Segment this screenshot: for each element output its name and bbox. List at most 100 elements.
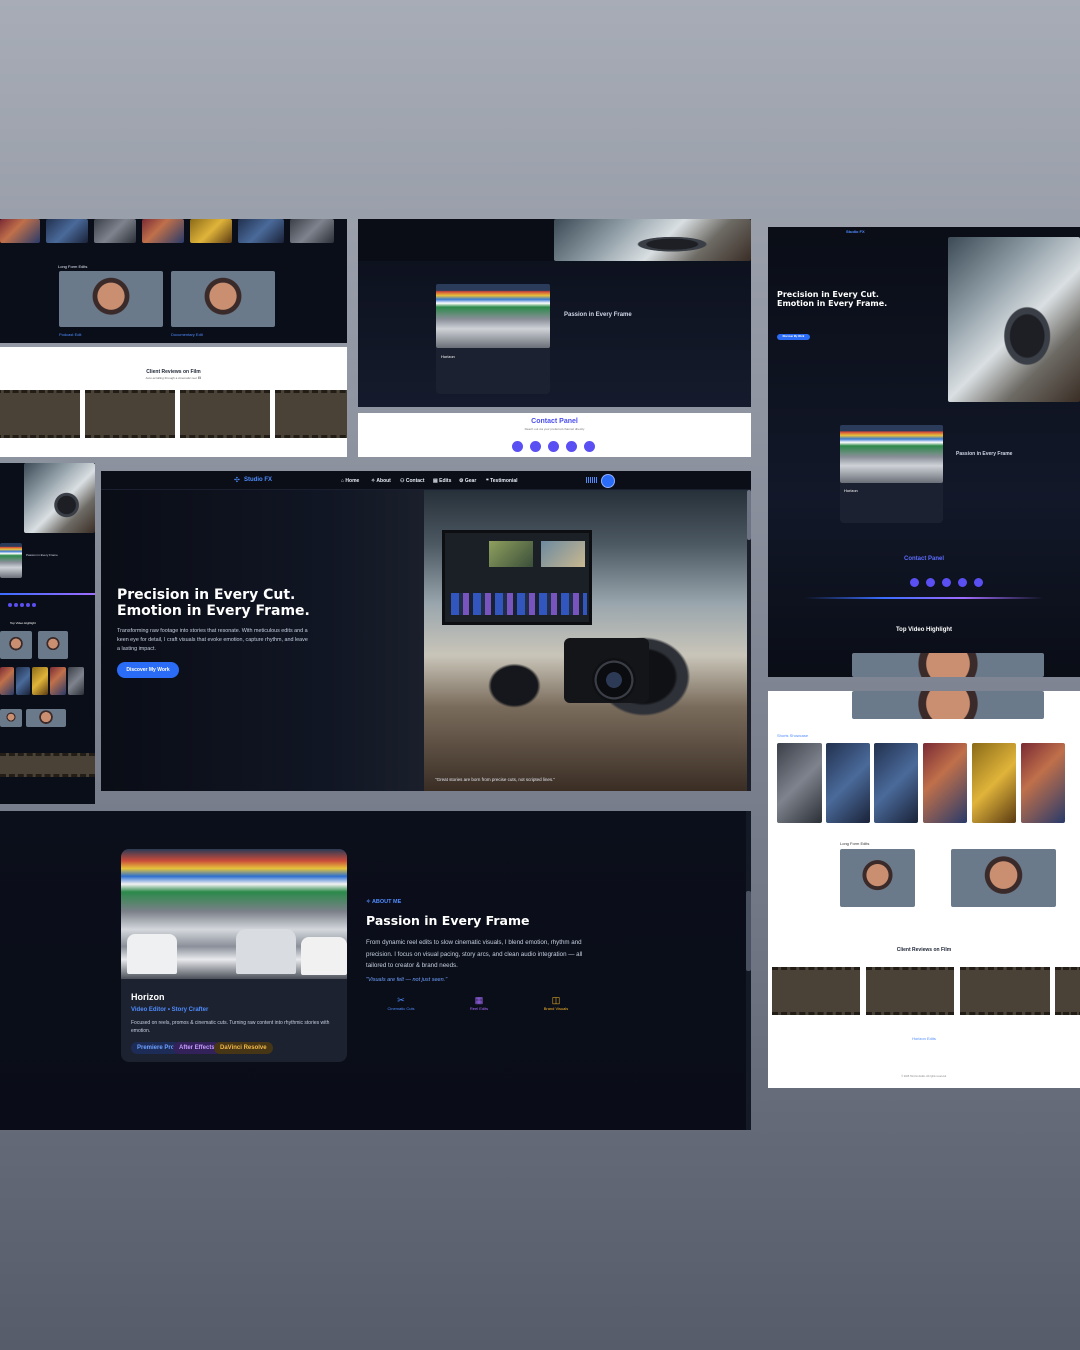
- feature-brand-visuals: ◫ Brand Visuals: [533, 995, 579, 1011]
- video-player[interactable]: [951, 849, 1056, 907]
- short-thumb[interactable]: [972, 743, 1016, 823]
- short-thumb[interactable]: [68, 667, 84, 695]
- panel-long-form-preview: Long Form Edits Podcast Edit Documentary…: [0, 219, 347, 343]
- discover-button[interactable]: Discover My Work: [777, 334, 810, 340]
- video-thumb[interactable]: [0, 631, 32, 659]
- short-thumb[interactable]: [142, 219, 184, 243]
- scrollbar[interactable]: [747, 490, 751, 791]
- feature-cinematic-cuts: ✂ Cinematic Cuts: [378, 995, 424, 1011]
- video-player[interactable]: [171, 271, 275, 327]
- short-thumb[interactable]: [290, 219, 334, 243]
- profile-image: [0, 543, 22, 578]
- short-thumb[interactable]: [46, 219, 88, 243]
- hero-image: [424, 490, 747, 791]
- short-thumb[interactable]: [238, 219, 284, 243]
- camera-icon: ◫: [551, 995, 561, 1005]
- brand-name[interactable]: Studio FX: [244, 477, 272, 483]
- sound-wave-icon[interactable]: [586, 477, 598, 483]
- short-thumb[interactable]: [826, 743, 870, 823]
- contact-title: Contact Panel: [531, 418, 578, 425]
- review-card: [85, 390, 175, 438]
- navbar: ✣ Studio FX ⌂ Home ✧ About ⚇ Contact ▤ E…: [101, 471, 751, 490]
- scrollbar[interactable]: [746, 811, 751, 1130]
- video-player[interactable]: [59, 271, 163, 327]
- camera: [564, 638, 649, 703]
- linkedin-button[interactable]: [974, 578, 983, 587]
- short-thumb[interactable]: [777, 743, 822, 823]
- nav-gear[interactable]: ⚙ Gear: [459, 478, 476, 484]
- nav-testimonial[interactable]: ❝ Testimonial: [486, 478, 518, 484]
- video-player[interactable]: [840, 849, 915, 907]
- review-strip: [0, 753, 95, 777]
- short-thumb[interactable]: [16, 667, 30, 695]
- nav-edits[interactable]: ▤ Edits: [433, 478, 451, 484]
- review-card: [0, 390, 80, 438]
- panel-right-desktop: Studio FX Precision in Every Cut. Emotio…: [768, 227, 1080, 677]
- monitor: [442, 530, 592, 625]
- video-player[interactable]: [26, 709, 66, 727]
- short-thumb[interactable]: [923, 743, 967, 823]
- sparkle-icon: ✧: [366, 899, 371, 905]
- short-thumb[interactable]: [50, 667, 66, 695]
- profile-name: Horizon: [131, 992, 165, 1002]
- nav-about[interactable]: ✧ About: [371, 478, 391, 484]
- hero-title: Precision in Every Cut. Emotion in Every…: [777, 290, 888, 308]
- long-form-title: Long Form Edits: [840, 841, 870, 846]
- divider: [804, 597, 1044, 599]
- tag-davinci: DaVinci Resolve: [214, 1042, 273, 1054]
- mail-button[interactable]: [910, 578, 919, 587]
- hero-title: Precision in Every Cut. Emotion in Every…: [117, 587, 310, 619]
- linkedin-button[interactable]: [584, 441, 595, 452]
- video-thumb[interactable]: [38, 631, 68, 659]
- highlight-title: Top Video Highlight: [895, 627, 953, 633]
- phone-button[interactable]: [530, 441, 541, 452]
- phone-button[interactable]: [926, 578, 935, 587]
- discover-button[interactable]: Discover My Work: [117, 662, 179, 678]
- reviews-subtitle: Auto-scrolling through a cinematic reel …: [145, 376, 202, 380]
- about-title: Passion in Every Frame: [956, 451, 1013, 457]
- review-card: [960, 967, 1050, 1015]
- mail-button[interactable]: [512, 441, 523, 452]
- short-thumb[interactable]: [0, 219, 40, 243]
- instagram-button[interactable]: [548, 441, 559, 452]
- hero-image: [554, 219, 751, 261]
- profile-card: Horizon: [436, 284, 550, 394]
- highlight-video[interactable]: [852, 653, 1044, 677]
- profile-name: Horizon: [441, 354, 455, 359]
- hero-image: [24, 463, 95, 533]
- youtube-button[interactable]: [566, 441, 577, 452]
- section-title: Long Form Edits: [58, 264, 88, 269]
- profile-card: Horizon Video Editor • Story Crafter Foc…: [121, 849, 347, 1062]
- short-thumb[interactable]: [94, 219, 136, 243]
- about-quote: "Visuals are felt — not just seen.": [366, 977, 448, 983]
- reviews-title: Client Reviews on Film: [896, 947, 952, 953]
- short-thumb[interactable]: [190, 219, 232, 243]
- profile-bio: Focused on reels, promos & cinematic cut…: [131, 1020, 330, 1034]
- short-thumb[interactable]: [32, 667, 48, 695]
- mic-button[interactable]: [602, 475, 614, 487]
- video-player[interactable]: [0, 709, 22, 727]
- brand-name[interactable]: Studio FX: [846, 229, 865, 234]
- review-card: [866, 967, 954, 1015]
- panel-mobile-preview: Passion in Every Frame Top Video Highlig…: [0, 463, 95, 804]
- nav-contact[interactable]: ⚇ Contact: [400, 478, 425, 484]
- panel-right-light: Shorts Showcase Long Form Edits Client R…: [768, 691, 1080, 1088]
- instagram-button[interactable]: [942, 578, 951, 587]
- profile-image: [840, 425, 943, 483]
- review-card: [772, 967, 860, 1015]
- highlight-video[interactable]: [852, 691, 1044, 719]
- film-icon: ▦: [474, 995, 484, 1005]
- short-thumb[interactable]: [1021, 743, 1065, 823]
- profile-name: Horizon: [844, 488, 858, 493]
- video-title: Podcast Edit: [59, 332, 82, 337]
- profile-image: [121, 849, 347, 979]
- short-thumb[interactable]: [874, 743, 918, 823]
- nav-home[interactable]: ⌂ Home: [341, 478, 359, 484]
- feature-reel-edits: ▦ Reel Edits: [456, 995, 502, 1011]
- highlight-title: Top Video Highlight: [10, 621, 36, 625]
- short-thumb[interactable]: [0, 667, 14, 695]
- panel-reviews-preview: Client Reviews on Film Auto-scrolling th…: [0, 347, 347, 457]
- youtube-button[interactable]: [958, 578, 967, 587]
- logo-icon: ✣: [234, 477, 240, 484]
- about-paragraph: From dynamic reel edits to slow cinemati…: [366, 939, 583, 969]
